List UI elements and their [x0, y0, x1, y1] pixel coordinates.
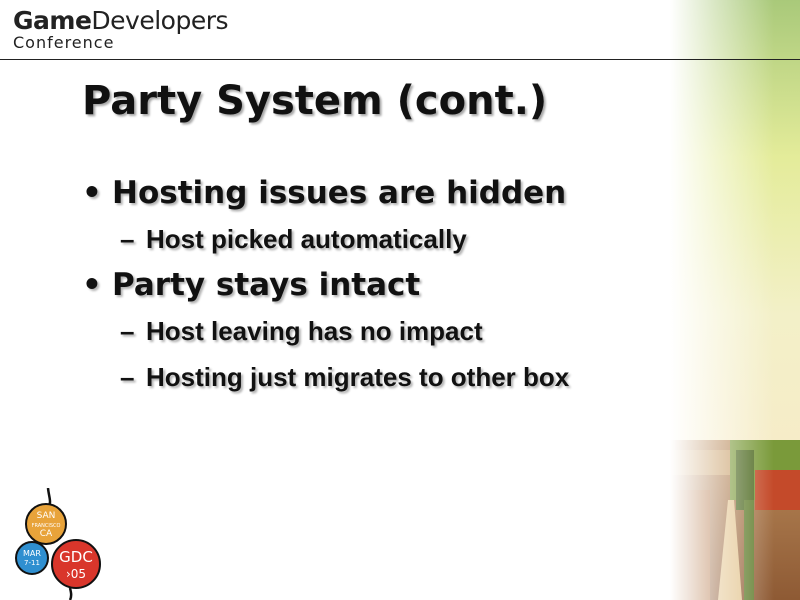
bullet-marker: •	[82, 267, 102, 303]
bullet-item: • Hosting issues are hidden	[82, 170, 682, 216]
gdc-logo: GameDevelopers Conference	[13, 6, 229, 52]
slide-title: Party System (cont.)	[82, 78, 548, 124]
gdc05-badge: SAN FRANCISCO CA MAR 7-11 GDC ›05	[15, 488, 101, 600]
badge-city-line1: SAN	[37, 511, 56, 521]
slide: GameDevelopers Conference Party System (…	[0, 0, 800, 600]
bullet-item: • Party stays intact	[82, 262, 682, 308]
badge-event-line1: GDC	[59, 548, 93, 566]
bullet-text: Party stays intact	[112, 267, 421, 303]
logo-game-text: Game	[13, 6, 92, 35]
bullet-text: Hosting issues are hidden	[112, 175, 567, 211]
logo-developers-text: Developers	[91, 6, 229, 35]
logo-conference-text: Conference	[13, 33, 115, 52]
sub-bullet-item: – Host leaving has no impact	[82, 308, 682, 354]
sub-bullet-item: – Hosting just migrates to other box	[82, 354, 682, 400]
sub-bullet-item: – Host picked automatically	[82, 216, 682, 262]
logo-wordmark: GameDevelopers	[13, 6, 229, 36]
photo-fade	[670, 0, 800, 600]
badge-city-line3: CA	[40, 529, 53, 539]
header-divider	[0, 59, 800, 60]
sub-bullet-marker: –	[120, 224, 135, 254]
badge-date-circle	[15, 541, 49, 575]
bullet-list: • Hosting issues are hidden – Host picke…	[82, 170, 682, 400]
badge-event-line2: ›05	[66, 567, 86, 581]
sub-bullet-text: Hosting just migrates to other box	[146, 362, 570, 392]
sub-bullet-text: Host picked automatically	[146, 224, 467, 254]
bullet-marker: •	[82, 175, 102, 211]
sub-bullet-marker: –	[120, 362, 135, 392]
badge-date-line1: MAR	[23, 549, 41, 558]
sub-bullet-text: Host leaving has no impact	[146, 316, 483, 346]
sub-bullet-marker: –	[120, 316, 135, 346]
badge-date-line2: 7-11	[24, 559, 40, 567]
